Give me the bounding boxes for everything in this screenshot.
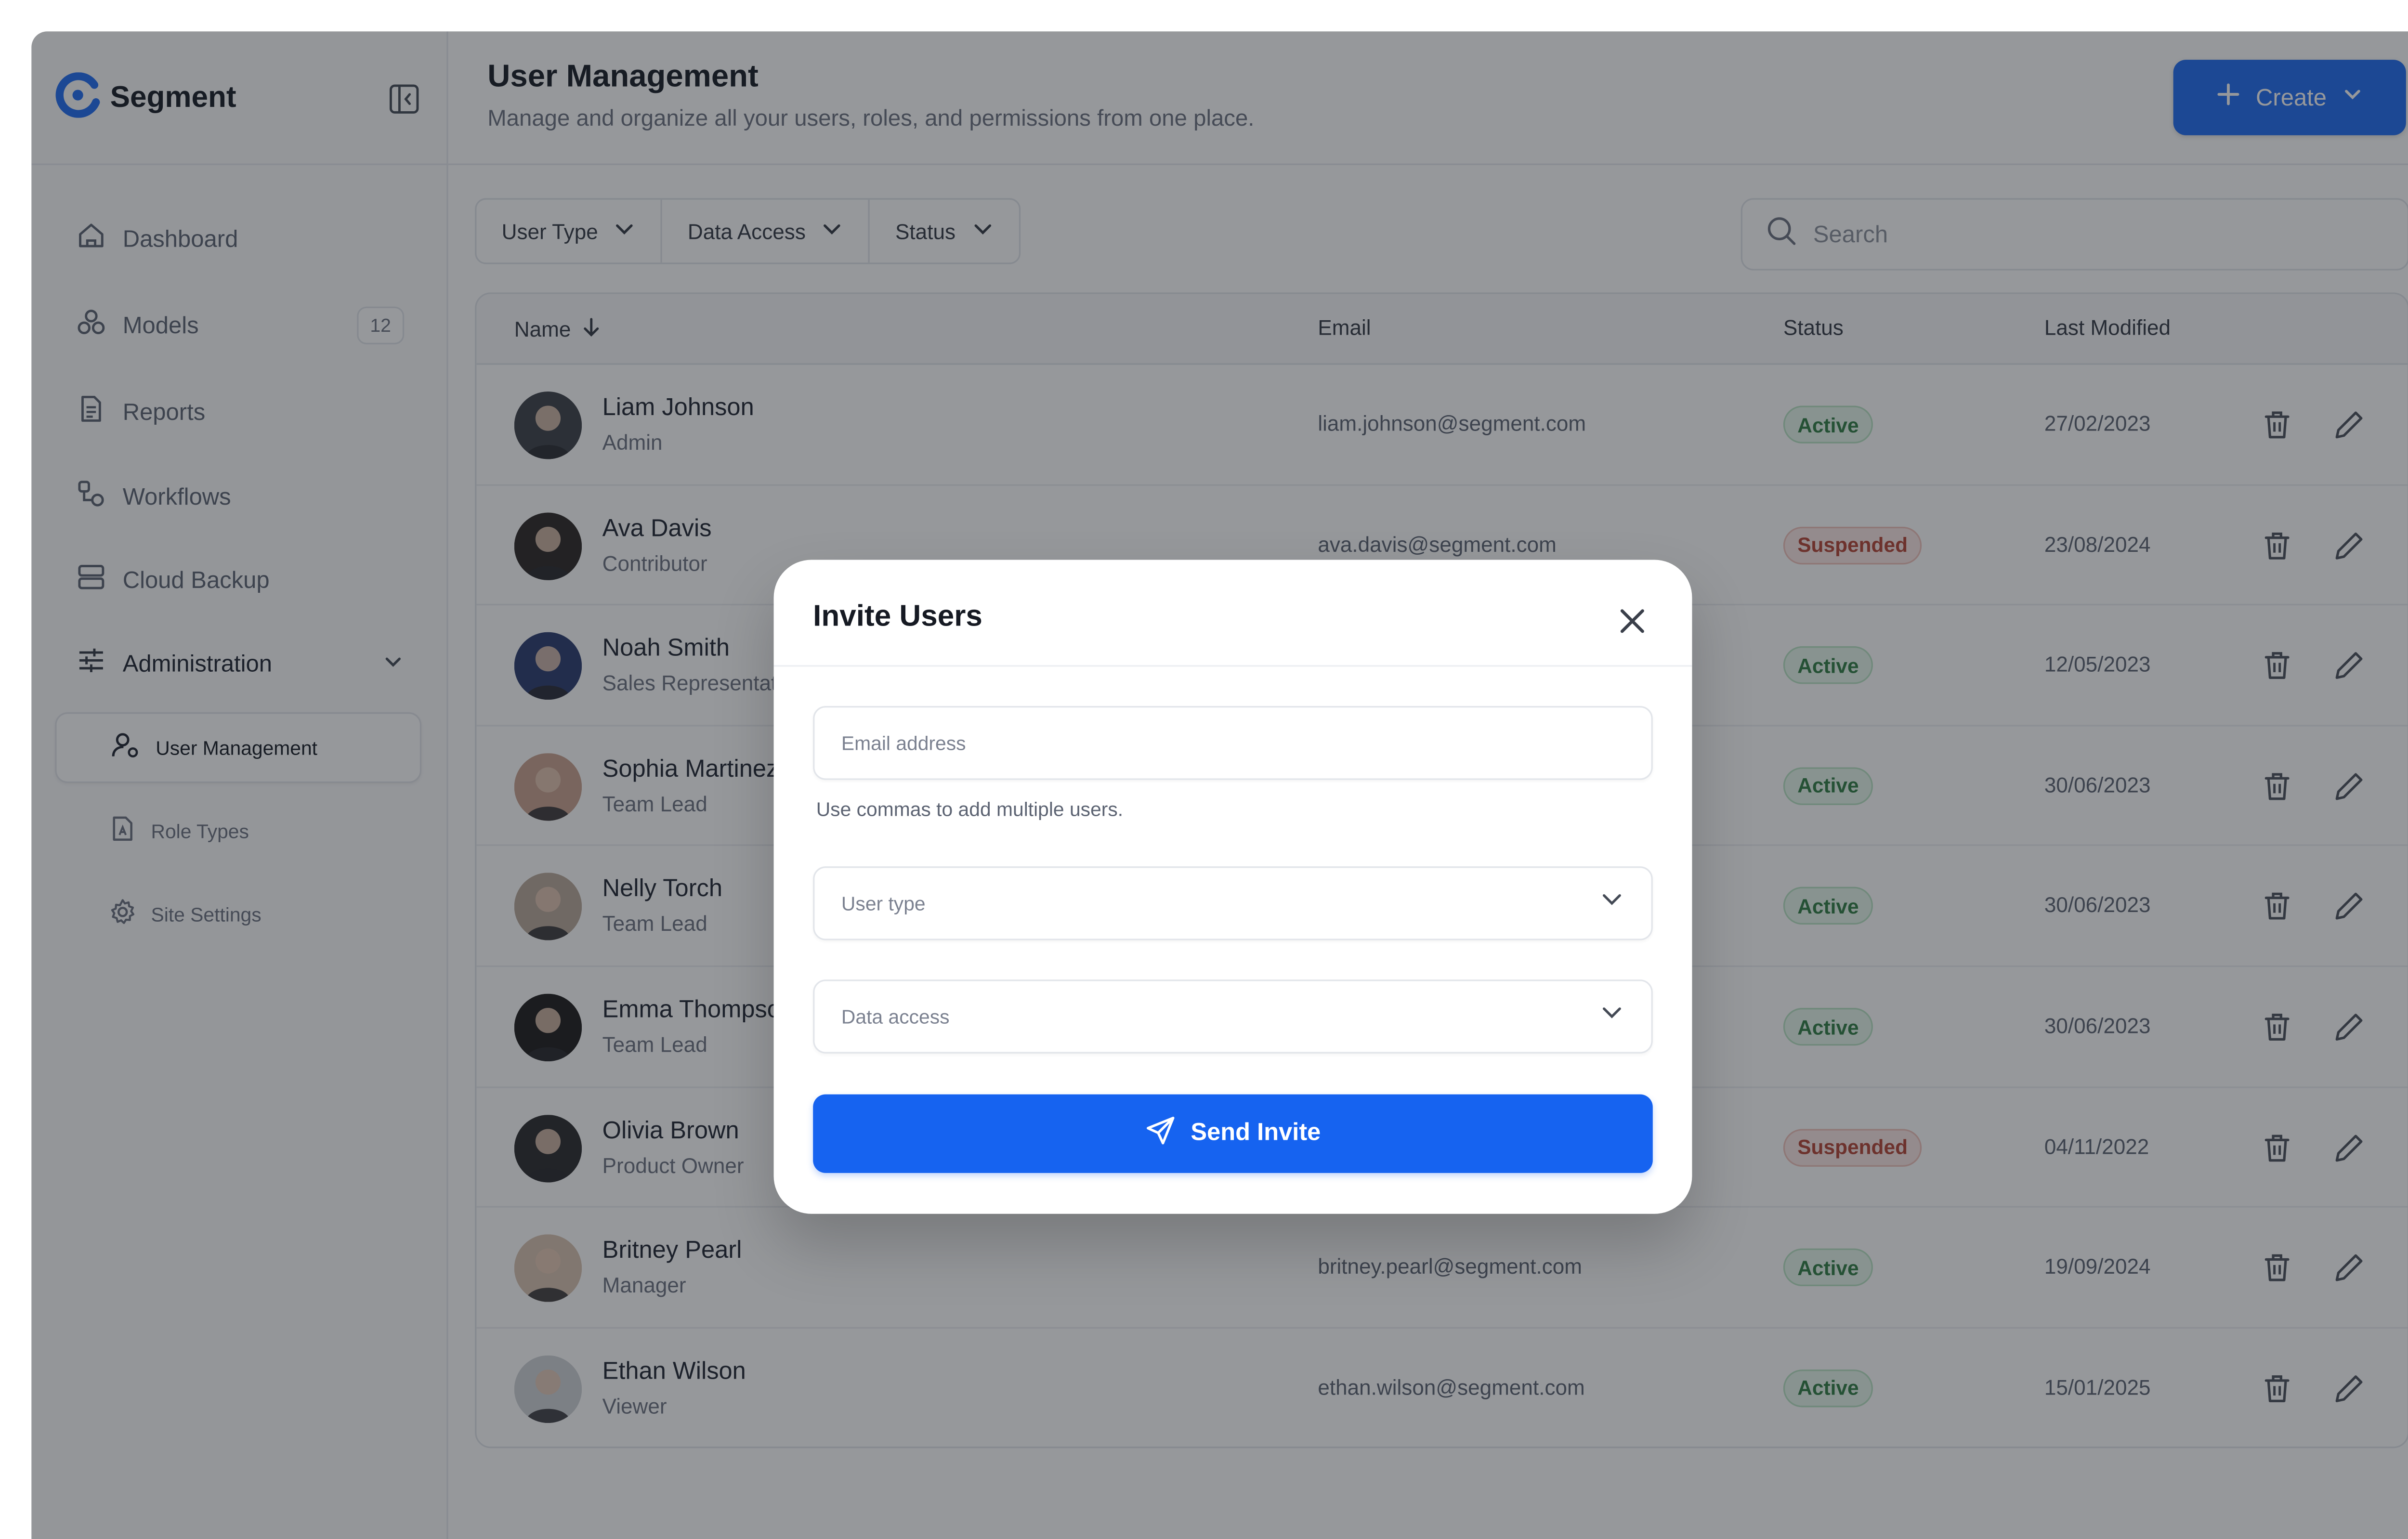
chevron-down-icon <box>1599 887 1624 920</box>
select-placeholder: Data access <box>841 1005 950 1028</box>
data-access-select[interactable]: Data access <box>813 979 1653 1054</box>
email-input[interactable] <box>841 731 1625 754</box>
select-placeholder: User type <box>841 892 926 914</box>
send-invite-button[interactable]: Send Invite <box>813 1094 1653 1173</box>
email-field <box>813 706 1653 780</box>
email-hint: Use commas to add multiple users. <box>816 798 1124 821</box>
modal-overlay: Invite Users Use commas to add multiple … <box>0 0 2408 1539</box>
dialog-divider <box>773 665 1692 667</box>
close-icon[interactable] <box>1613 602 1651 640</box>
send-icon <box>1145 1114 1177 1153</box>
chevron-down-icon <box>1599 1000 1624 1033</box>
send-invite-label: Send Invite <box>1191 1119 1321 1147</box>
invite-users-dialog: Invite Users Use commas to add multiple … <box>773 560 1692 1214</box>
dialog-title: Invite Users <box>813 600 982 634</box>
user-type-select[interactable]: User type <box>813 866 1653 940</box>
